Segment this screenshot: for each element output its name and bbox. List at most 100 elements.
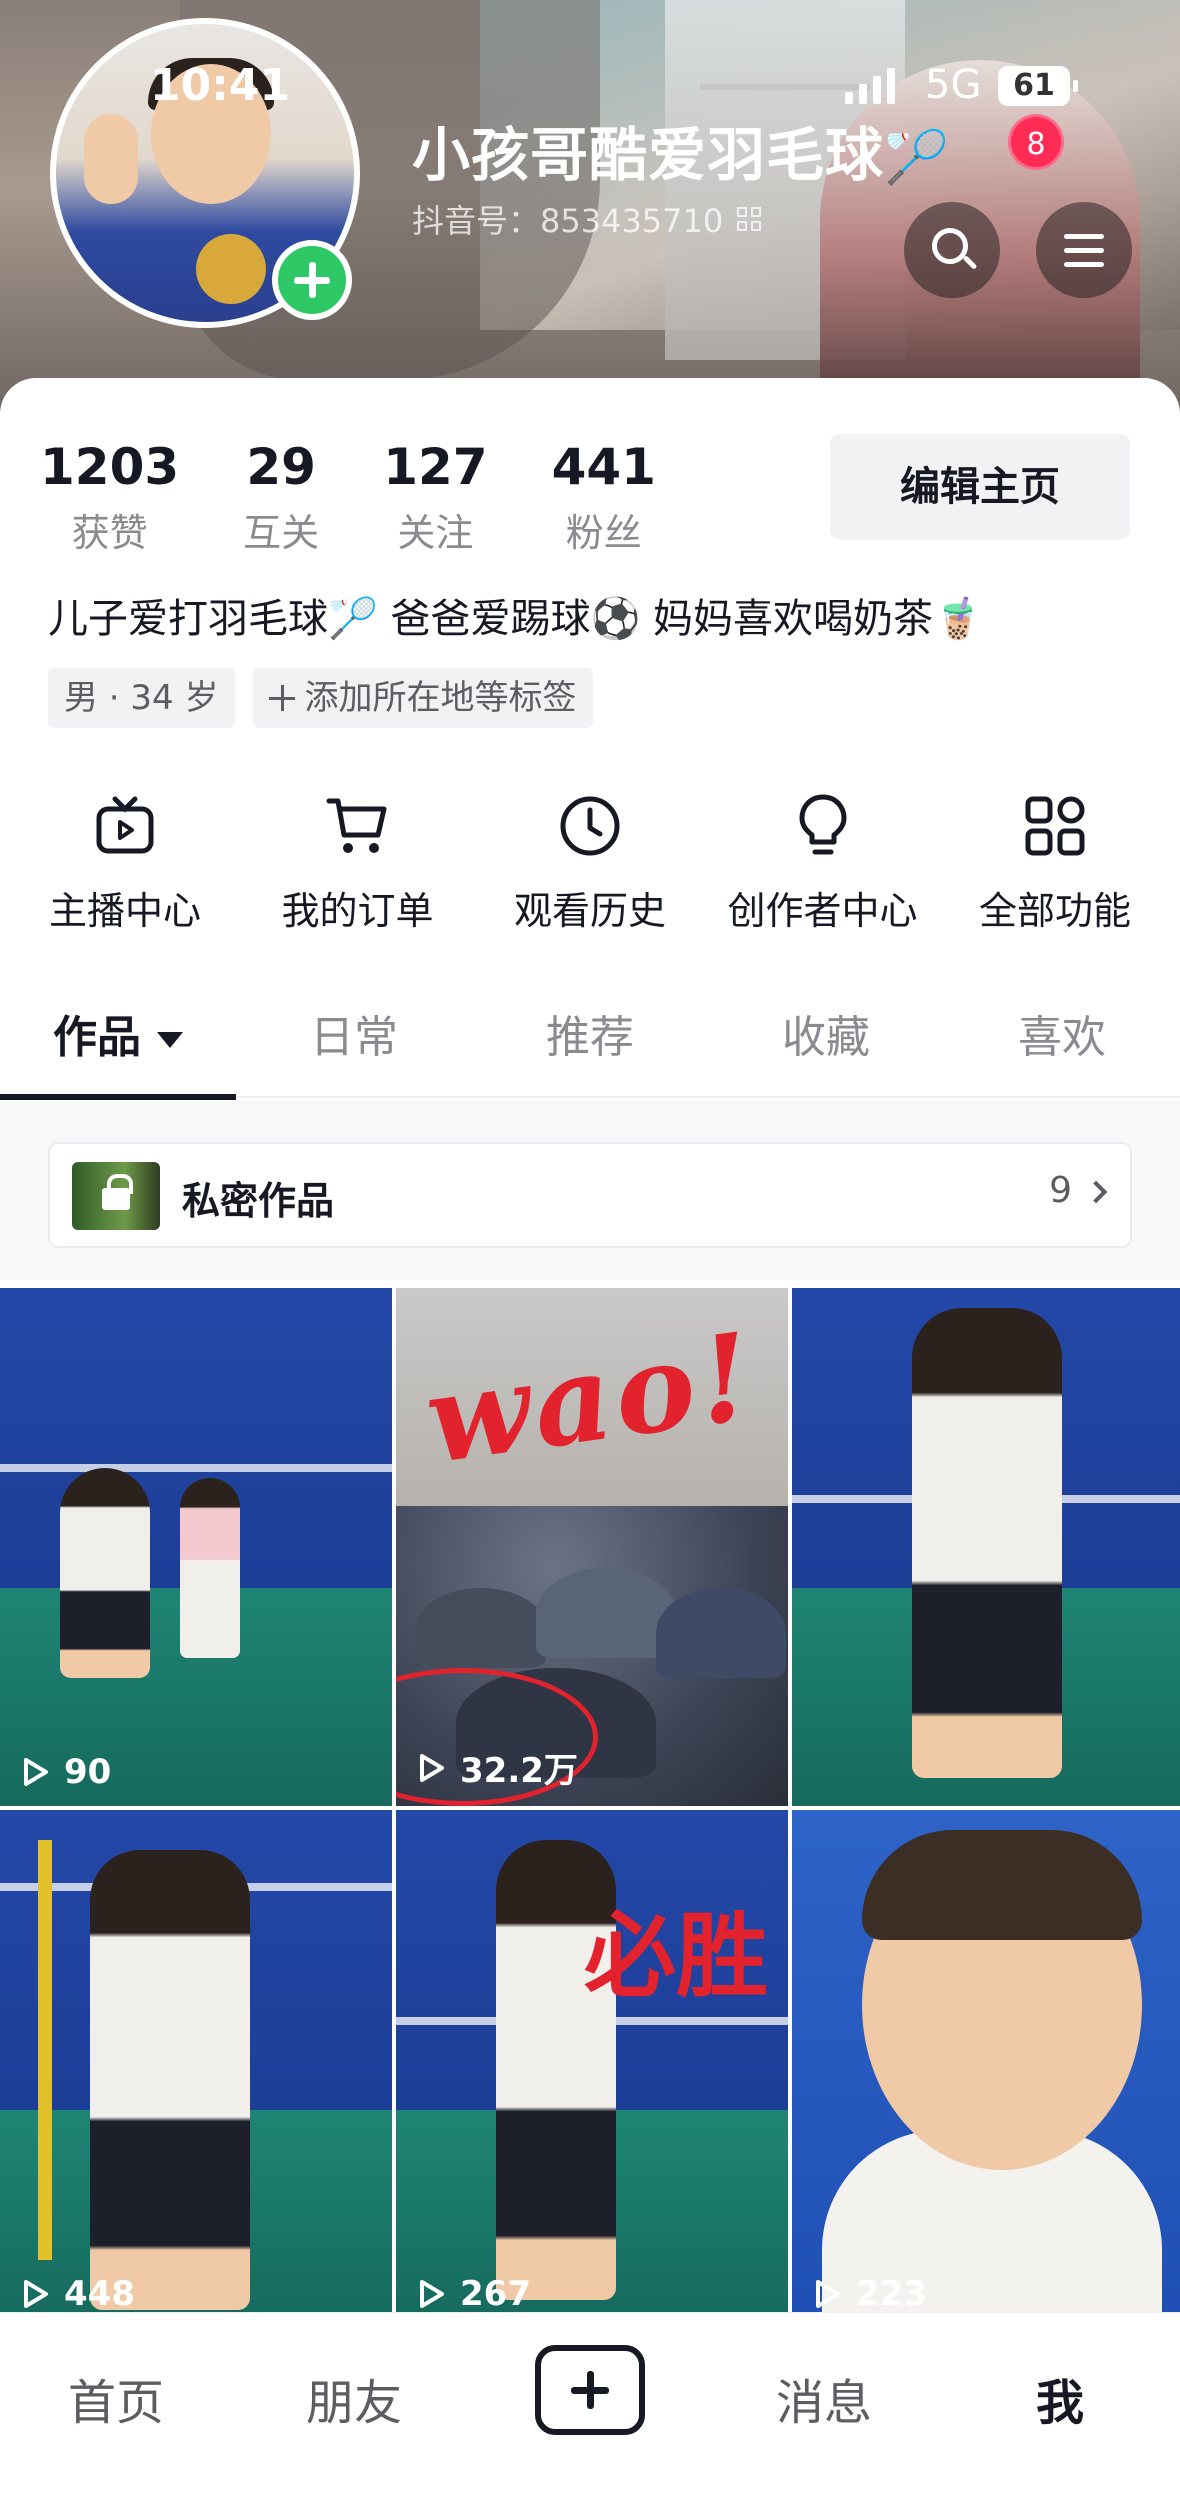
function-label: 我的订单: [281, 889, 434, 933]
douyin-id[interactable]: 抖音号：853435710: [412, 196, 762, 242]
stat-followers[interactable]: 441 粉丝: [552, 438, 656, 557]
bulb-icon: [718, 788, 928, 864]
private-works-row[interactable]: 私密作品 9: [48, 1142, 1132, 1248]
nav-messages[interactable]: 消息: [734, 2363, 914, 2433]
bio: 儿子爱打羽毛球🏸 爸爸爱踢球⚽ 妈妈喜欢喝奶茶🧋: [48, 596, 983, 642]
stat-likes-value: 1203: [40, 438, 180, 496]
tab-favorites[interactable]: 收藏: [708, 988, 944, 1096]
badminton-icon: 🏸: [884, 128, 950, 188]
play-count: 90: [22, 1752, 111, 1792]
video-thumbnail[interactable]: 223: [792, 1810, 1180, 2328]
play-icon: [22, 1757, 50, 1787]
bottom-nav: 首页 朋友 消息 我: [0, 2312, 1180, 2516]
search-button[interactable]: [904, 202, 1000, 298]
function-live-center[interactable]: 主播中心: [20, 788, 230, 935]
play-icon: [418, 1753, 446, 1783]
nav-me[interactable]: 我: [970, 2363, 1150, 2433]
tab-daily[interactable]: 日常: [236, 988, 472, 1096]
play-count: 267: [418, 2274, 531, 2314]
avatar-medal: [196, 234, 266, 304]
stat-following-value: 127: [383, 438, 488, 496]
stat-mutual-value: 29: [246, 438, 316, 496]
video-thumbnail[interactable]: 448: [0, 1810, 392, 2328]
function-label: 观看历史: [513, 889, 666, 933]
plus-icon: [268, 685, 295, 711]
qr-code-icon[interactable]: [737, 207, 762, 231]
thumb-umbrella: [416, 1588, 546, 1668]
create-button[interactable]: [535, 2345, 645, 2435]
private-works-section: 私密作品 9: [0, 1100, 1180, 1280]
function-watch-history[interactable]: 观看历史: [485, 788, 695, 935]
profile-header: 10:41 5G 61 8 小孩哥酷爱羽毛球🏸 抖音号：853435710: [0, 0, 1180, 420]
play-count-value: 223: [856, 2274, 927, 2314]
stat-following[interactable]: 127 关注: [383, 438, 487, 557]
private-works-thumbnail: [72, 1162, 160, 1230]
lock-icon: [102, 1174, 133, 1210]
tab-works-label: 作品: [53, 1012, 141, 1063]
stats-row: 1203 获赞 29 互关 127 关注 441 粉丝: [40, 438, 720, 557]
tv-icon: [20, 788, 230, 864]
video-thumbnail[interactable]: 必胜 267: [396, 1810, 788, 2328]
tag-row: 男 · 34 岁 添加所在地等标签: [48, 668, 593, 728]
battery-icon: 61: [998, 66, 1078, 106]
content-tabs: 作品 日常 推荐 收藏 喜欢: [0, 988, 1180, 1100]
thumb-net: [0, 1464, 392, 1473]
function-label: 创作者中心: [727, 889, 918, 933]
thumb-hair: [862, 1830, 1142, 1940]
nickname-text: 小孩哥酷爱羽毛球: [412, 121, 885, 189]
add-avatar-button[interactable]: [272, 240, 352, 320]
function-creator-center[interactable]: 创作者中心: [718, 788, 928, 935]
private-works-label: 私密作品: [182, 1179, 335, 1223]
private-works-count: 9: [1049, 1170, 1072, 1211]
network-type: 5G: [925, 62, 982, 108]
function-all-features[interactable]: 全部功能: [950, 788, 1160, 935]
function-row: 主播中心 我的订单 观看历史 创作者中心 全部功能: [20, 788, 1160, 935]
nav-home[interactable]: 首页: [26, 2363, 206, 2433]
nav-friends[interactable]: 朋友: [264, 2363, 444, 2433]
stat-mutual-label: 互关: [243, 511, 320, 555]
avatar-hand: [84, 114, 138, 204]
signal-icon: [845, 68, 895, 104]
video-thumbnail[interactable]: wao! 32.2万: [396, 1288, 788, 1806]
thumb-player: [180, 1478, 240, 1658]
play-count-value: 32.2万: [460, 1751, 578, 1791]
tab-likes[interactable]: 喜欢: [944, 988, 1180, 1096]
thumb-umbrella: [536, 1568, 676, 1658]
tab-works[interactable]: 作品: [0, 988, 236, 1100]
profile-card: 1203 获赞 29 互关 127 关注 441 粉丝 编辑主页 儿子爱打羽毛球…: [0, 378, 1180, 2516]
play-icon: [418, 2279, 446, 2309]
tab-recommend[interactable]: 推荐: [472, 988, 708, 1096]
play-count-value: 448: [64, 2274, 135, 2314]
thumb-pole: [38, 1840, 52, 2260]
play-count-value: 267: [460, 2274, 531, 2314]
play-count-value: 90: [64, 1752, 112, 1792]
play-count: 448: [22, 2274, 135, 2314]
edit-profile-button[interactable]: 编辑主页: [830, 434, 1130, 540]
clock-icon: [485, 788, 695, 864]
add-tag-label: 添加所在地等标签: [304, 678, 577, 718]
function-label: 主播中心: [48, 889, 201, 933]
function-my-orders[interactable]: 我的订单: [253, 788, 463, 935]
search-icon-handle: [962, 255, 978, 270]
status-time: 10:41: [150, 60, 291, 111]
stat-likes[interactable]: 1203 获赞: [40, 438, 179, 557]
add-tag-button[interactable]: 添加所在地等标签: [252, 668, 593, 728]
play-icon: [814, 2279, 842, 2309]
play-count: 223: [814, 2274, 927, 2314]
cart-icon: [253, 788, 463, 864]
stat-likes-label: 获赞: [71, 511, 148, 555]
gender-age-tag[interactable]: 男 · 34 岁: [48, 668, 235, 728]
chevron-down-icon[interactable]: [157, 1032, 183, 1048]
menu-button[interactable]: [1036, 202, 1132, 298]
overlay-text: 必胜: [583, 1902, 768, 2010]
video-thumbnail[interactable]: 90: [0, 1288, 392, 1806]
thumb-player: [60, 1468, 150, 1678]
chevron-right-icon: [1084, 1180, 1108, 1204]
stat-mutual[interactable]: 29 互关: [243, 438, 319, 557]
stat-followers-label: 粉丝: [565, 511, 642, 555]
douyin-id-text: 抖音号：853435710: [412, 202, 724, 240]
grid-icon: [950, 788, 1160, 864]
stat-following-label: 关注: [397, 511, 474, 555]
notification-badge[interactable]: 8: [1008, 114, 1064, 170]
video-thumbnail[interactable]: [792, 1288, 1180, 1806]
